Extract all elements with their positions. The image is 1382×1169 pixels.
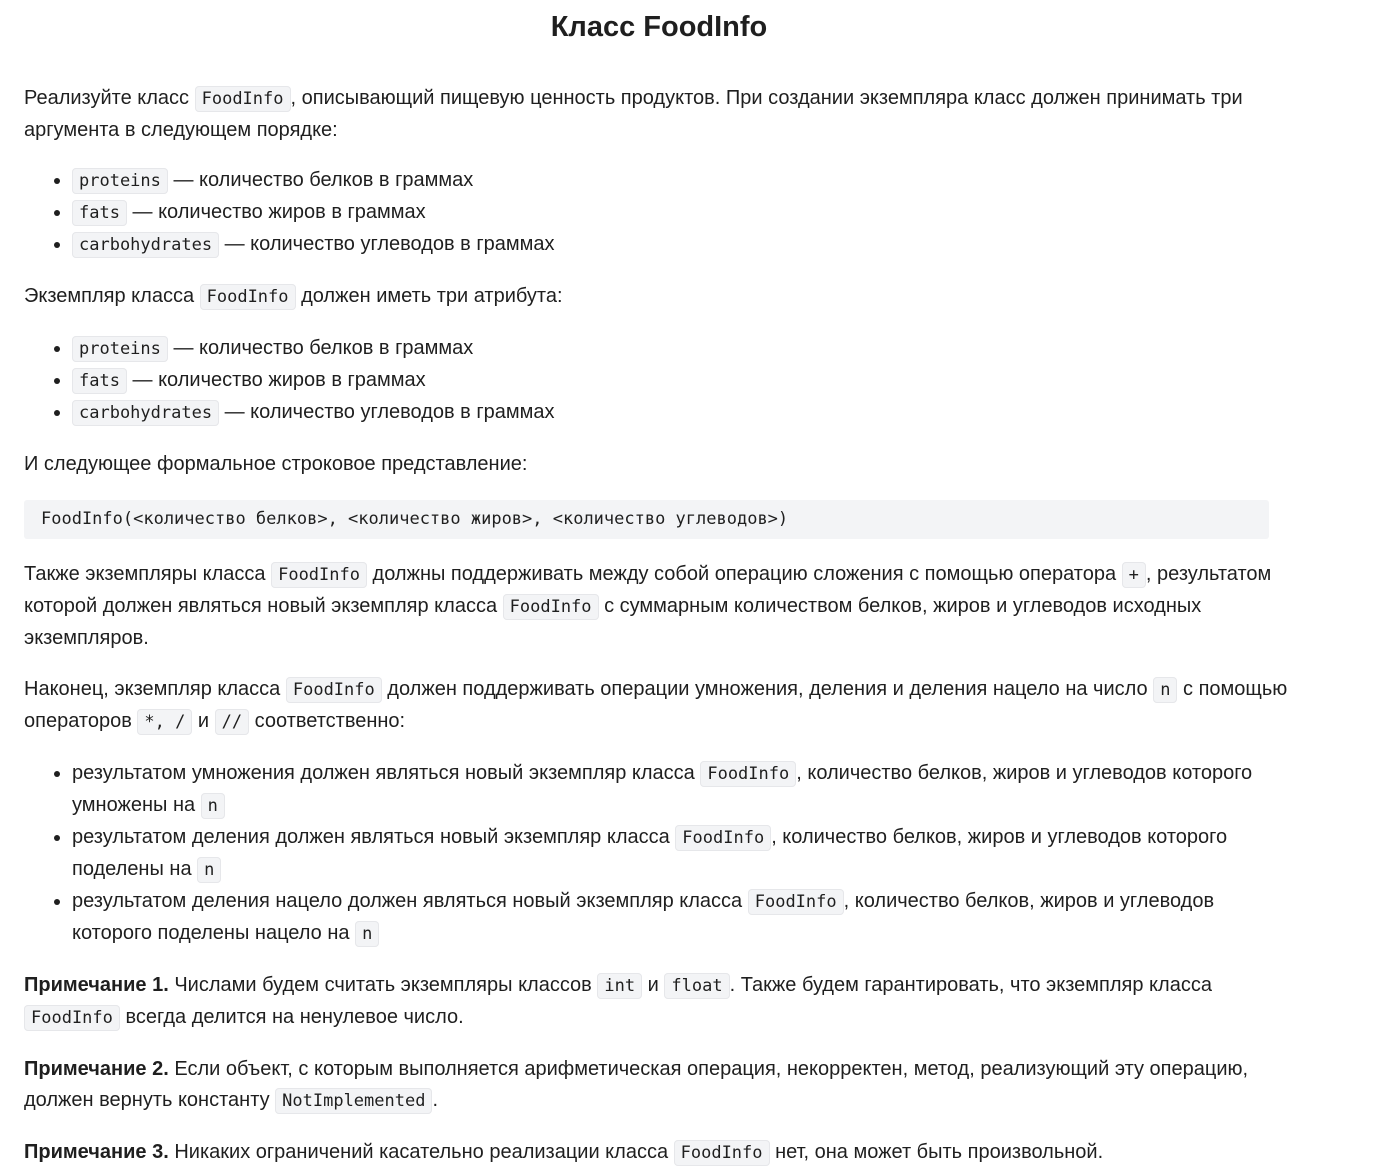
inline-code: + — [1121, 562, 1146, 588]
list-item: результатом деления должен являться новы… — [72, 822, 1294, 886]
text: должен поддерживать операции умножения, … — [381, 678, 1154, 700]
text: соответственно: — [249, 710, 406, 732]
inline-code: FoodInfo — [24, 1005, 120, 1031]
inline-code: n — [200, 793, 225, 819]
note-3: Примечание 3. Никаких ограничений касате… — [24, 1137, 1294, 1169]
inline-code: FoodInfo — [673, 1140, 770, 1166]
attrs-list: proteins — количество белков в граммах f… — [24, 333, 1294, 429]
intro-paragraph: Реализуйте класс FoodInfo, описывающий п… — [24, 83, 1294, 146]
text: нет, она может быть произвольной. — [769, 1141, 1104, 1163]
list-item: carbohydrates — количество углеводов в г… — [72, 397, 1294, 429]
addition-paragraph: Также экземпляры класса FoodInfo должны … — [24, 559, 1294, 654]
inline-code: fats — [72, 200, 127, 226]
text: Числами будем считать экземпляры классов — [168, 974, 598, 996]
args-list: proteins — количество белков в граммах f… — [24, 165, 1294, 261]
inline-code: carbohydrates — [72, 400, 220, 426]
list-item: fats — количество жиров в граммах — [72, 365, 1294, 397]
text: — количество углеводов в граммах — [219, 233, 555, 255]
repr-code-block: FoodInfo(<количество белков>, <количеств… — [24, 500, 1269, 539]
text: — количество жиров в граммах — [126, 201, 426, 223]
page-title: Класс FoodInfo — [550, 11, 768, 43]
inline-code: // — [214, 709, 250, 735]
inline-code: proteins — [72, 336, 168, 362]
text: результатом деления нацело должен являть… — [72, 890, 748, 912]
text: должны поддерживать между собой операцию… — [366, 563, 1122, 585]
note-label: Примечание 3. — [24, 1141, 169, 1163]
list-item: результатом деления нацело должен являть… — [72, 886, 1294, 950]
text: результатом умножения должен являться но… — [72, 762, 701, 784]
text: Наконец, экземпляр класса — [24, 678, 286, 700]
note-label: Примечание 2. — [24, 1058, 169, 1080]
note-1: Примечание 1. Числами будем считать экзе… — [24, 970, 1294, 1034]
repr-paragraph: И следующее формальное строковое предста… — [24, 453, 528, 475]
inline-code: FoodInfo — [271, 562, 367, 588]
list-item: proteins — количество белков в граммах — [72, 333, 1294, 365]
text: результатом деления должен являться новы… — [72, 826, 676, 848]
list-item: carbohydrates — количество углеводов в г… — [72, 229, 1294, 261]
text: — количество жиров в граммах — [126, 369, 426, 391]
mult-paragraph: Наконец, экземпляр класса FoodInfo долже… — [24, 674, 1294, 738]
text: Экземпляр класса — [24, 285, 200, 307]
inline-code: FoodInfo — [194, 86, 291, 112]
text: — количество белков в граммах — [167, 337, 474, 359]
text: и — [642, 974, 665, 996]
list-item: proteins — количество белков в граммах — [72, 165, 1294, 197]
inline-code: float — [664, 973, 730, 999]
text: . Также будем гарантировать, что экземпл… — [729, 974, 1212, 996]
list-item: fats — количество жиров в граммах — [72, 197, 1294, 229]
inline-code: fats — [72, 368, 127, 394]
inline-code: FoodInfo — [747, 889, 844, 915]
inline-code: FoodInfo — [675, 825, 772, 851]
text: Если объект, с которым выполняется арифм… — [24, 1058, 1249, 1111]
inline-code: n — [197, 857, 222, 883]
inline-code: FoodInfo — [199, 284, 296, 310]
attrs-paragraph: Экземпляр класса FoodInfo должен иметь т… — [24, 281, 1294, 313]
list-item: результатом умножения должен являться но… — [72, 758, 1294, 822]
text: Никаких ограничений касательно реализаци… — [168, 1141, 674, 1163]
text: Реализуйте класс — [24, 87, 195, 109]
ops-list: результатом умножения должен являться но… — [24, 758, 1294, 950]
inline-code: FoodInfo — [502, 594, 599, 620]
inline-code: NotImplemented — [275, 1088, 433, 1114]
note-2: Примечание 2. Если объект, с которым вып… — [24, 1054, 1294, 1117]
inline-code: FoodInfo — [700, 761, 797, 787]
text: — количество белков в граммах — [167, 169, 474, 191]
text: — количество углеводов в граммах — [219, 401, 555, 423]
text: и — [192, 710, 215, 732]
text: Также экземпляры класса — [24, 563, 272, 585]
task-page: Класс FoodInfo Реализуйте класс FoodInfo… — [24, 0, 1294, 1169]
text: . — [432, 1089, 439, 1111]
note-label: Примечание 1. — [24, 974, 169, 996]
inline-code: n — [1153, 677, 1178, 703]
inline-code: n — [355, 921, 380, 947]
inline-code: carbohydrates — [72, 232, 220, 258]
inline-code: FoodInfo — [285, 677, 382, 703]
inline-code: int — [597, 973, 643, 999]
text: всегда делится на ненулевое число. — [119, 1006, 464, 1028]
inline-code: proteins — [72, 168, 168, 194]
text: должен иметь три атрибута: — [295, 285, 563, 307]
inline-code: *, / — [137, 709, 193, 735]
